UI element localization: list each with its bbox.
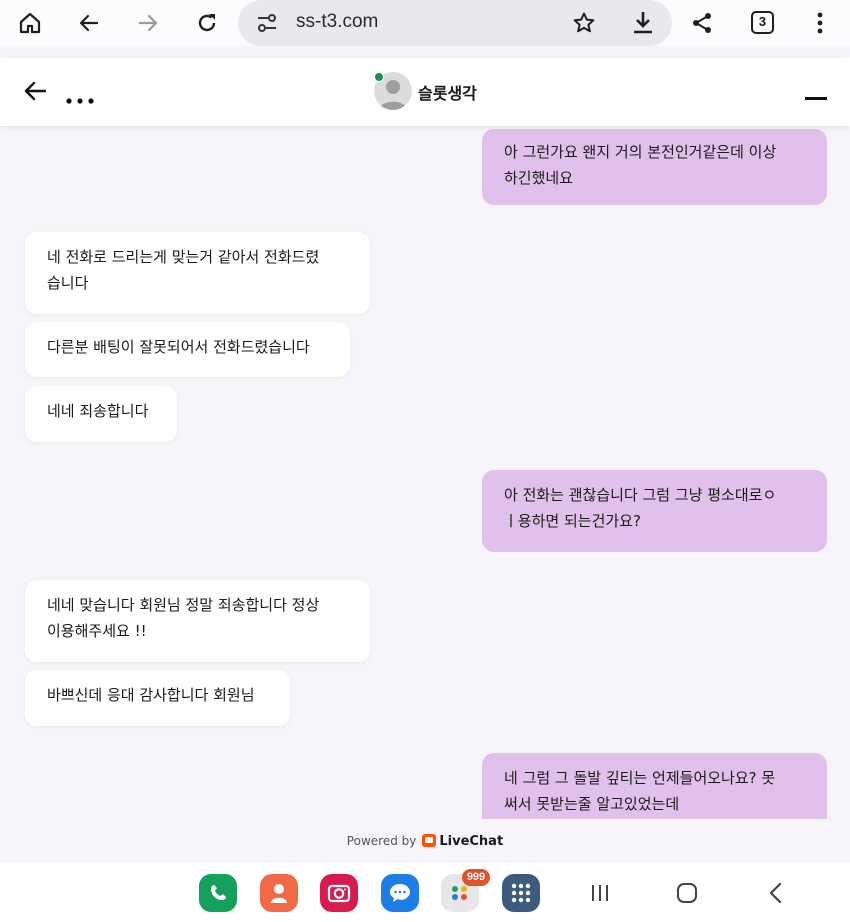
powered-by-text: Powered by <box>346 834 417 848</box>
browser-toolbar: ss-t3.com 3 <box>0 0 850 46</box>
message-line: 네네 맞습니다 회원님 정말 죄송합니다 정상 <box>47 596 320 614</box>
chat-header: 슬롯생각 <box>0 58 850 126</box>
livechat-logo-icon <box>422 834 437 847</box>
download-icon[interactable] <box>631 10 655 40</box>
more-vert-icon[interactable] <box>800 0 840 46</box>
message-outgoing: 아 전화는 괜찮습니다 그럼 그냥 평소대로ㅇ ㅣ용하면 되는건가요? <box>482 470 827 552</box>
agent-name: 슬롯생각 <box>418 84 477 103</box>
minimize-icon[interactable] <box>805 97 827 100</box>
back-arrow-icon[interactable] <box>69 0 109 46</box>
message-line: 써서 못받는줄 알고있었는데 <box>504 795 680 813</box>
message-incoming: 네 전화로 드리는게 맞는거 같아서 전화드렸 습니다 <box>25 232 370 314</box>
message-outgoing: 네 그럼 그 돌발 깊티는 언제들어오나요? 못 써서 못받는줄 알고있었는데 <box>482 753 827 819</box>
message-line: 아 전화는 괜찮습니다 그럼 그냥 평소대로ㅇ <box>504 486 777 504</box>
address-bar[interactable]: ss-t3.com <box>238 0 672 46</box>
message-line: 바쁘신데 응대 감사합니다 회원님 <box>47 686 255 704</box>
home-icon[interactable] <box>10 0 50 46</box>
share-icon[interactable] <box>682 0 722 46</box>
message-line: 다른분 배팅이 잘못되어서 전화드렸습니다 <box>47 338 310 356</box>
chat-message-list[interactable]: 아 그런가요 왠지 거의 본전인거같은데 이상 하긴했네요 네 전화로 드리는게… <box>0 126 850 819</box>
message-incoming: 네네 맞습니다 회원님 정말 죄송합니다 정상 이용해주세요 !! <box>25 580 370 662</box>
contacts-app-icon[interactable] <box>260 874 298 912</box>
recents-nav-icon[interactable] <box>580 874 620 912</box>
app-drawer-icon[interactable] <box>502 874 540 912</box>
message-line: 네 그럼 그 돌발 깊티는 언제들어오나요? 못 <box>504 769 776 787</box>
message-line: 네 전화로 드리는게 맞는거 같아서 전화드렸 <box>47 248 320 266</box>
message-line: 아 그런가요 왠지 거의 본전인거같은데 이상 <box>504 143 777 161</box>
message-line: 이용해주세요 !! <box>47 622 147 640</box>
message-line: 하긴했네요 <box>504 169 574 187</box>
url-text[interactable]: ss-t3.com <box>296 11 378 33</box>
notification-badge: 999 <box>462 869 490 886</box>
online-status-indicator <box>374 72 384 82</box>
back-nav-icon[interactable] <box>755 874 795 912</box>
star-icon[interactable] <box>572 11 596 39</box>
back-arrow-icon[interactable] <box>24 81 47 105</box>
android-taskbar: 999 <box>0 863 850 922</box>
livechat-brand[interactable]: LiveChat <box>439 834 503 849</box>
powered-by-footer: Powered by LiveChat <box>0 819 850 863</box>
message-line: 습니다 <box>47 274 89 292</box>
messages-app-icon[interactable] <box>381 874 419 912</box>
tabs-icon[interactable]: 3 <box>751 11 774 34</box>
phone-app-icon[interactable] <box>199 874 237 912</box>
message-outgoing: 아 그런가요 왠지 거의 본전인거같은데 이상 하긴했네요 <box>482 129 827 205</box>
site-settings-icon[interactable] <box>256 12 278 38</box>
message-incoming: 다른분 배팅이 잘못되어서 전화드렸습니다 <box>25 322 350 377</box>
message-incoming: 네네 죄송합니다 <box>25 386 177 442</box>
message-line: 네네 죄송합니다 <box>47 402 149 420</box>
more-options-icon[interactable] <box>66 89 94 108</box>
message-line: ㅣ용하면 되는건가요? <box>504 512 641 530</box>
camera-app-icon[interactable] <box>320 874 358 912</box>
home-nav-icon[interactable] <box>667 874 707 912</box>
forward-arrow-icon[interactable] <box>128 0 168 46</box>
message-incoming: 바쁘신데 응대 감사합니다 회원님 <box>25 670 290 726</box>
reload-icon[interactable] <box>187 0 227 46</box>
